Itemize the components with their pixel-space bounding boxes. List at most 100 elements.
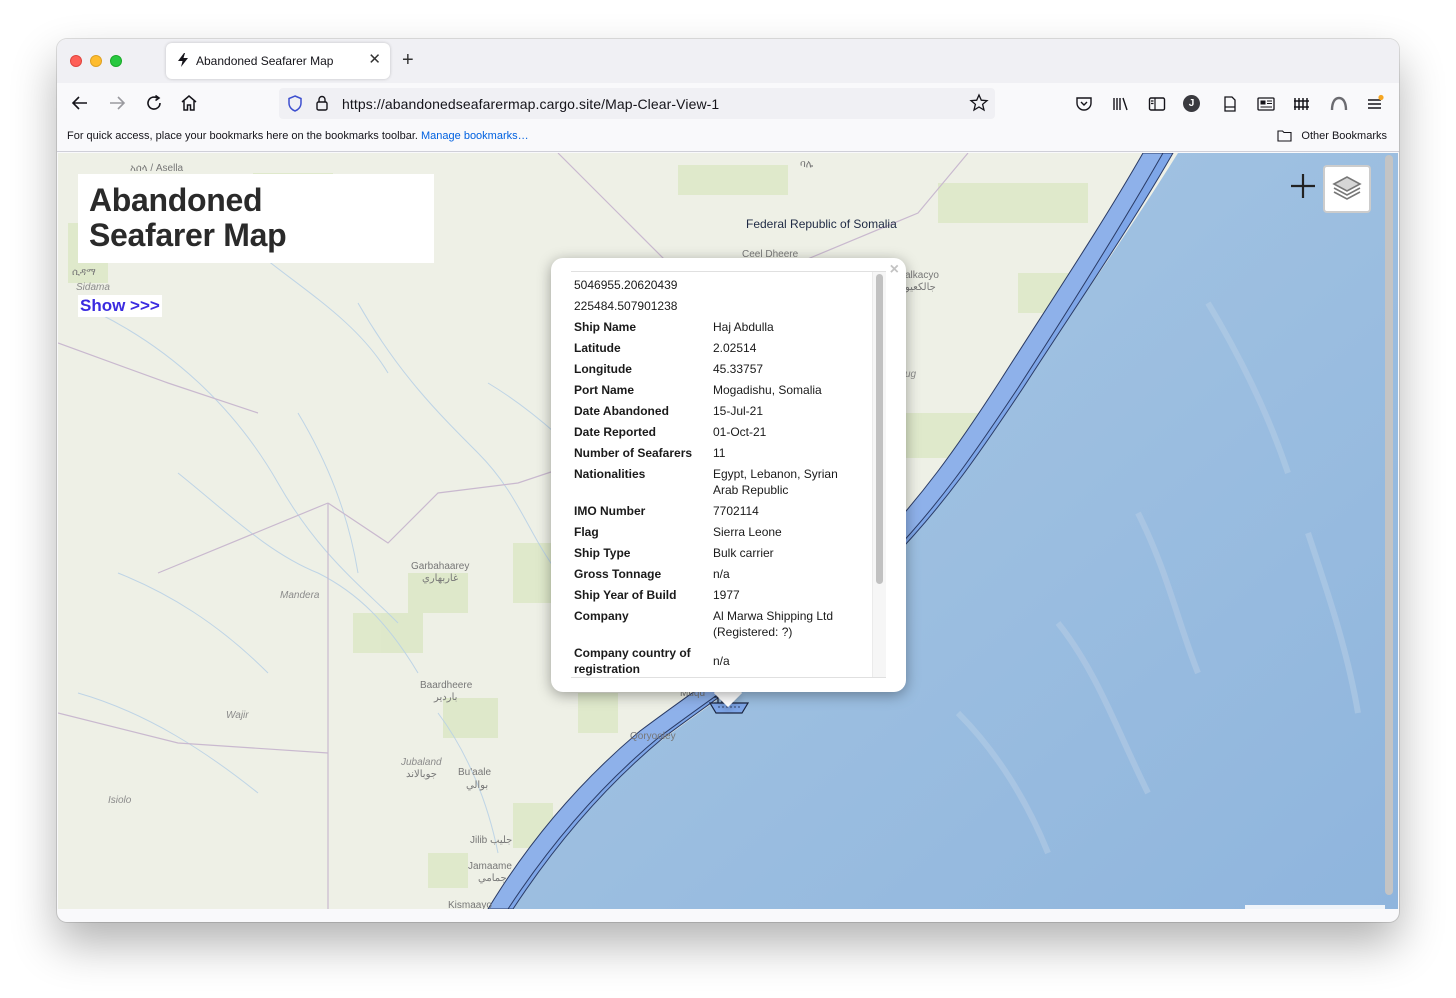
menu-icon[interactable]: [1365, 94, 1385, 114]
tracking-shield-icon[interactable]: [287, 95, 303, 112]
table-row: Latitude 2.02514: [574, 340, 864, 361]
label-hiiraan: ug: [905, 369, 917, 380]
label-baardheere-ar: باردير: [433, 692, 457, 703]
attr-value: 1977: [713, 588, 740, 602]
home-icon[interactable]: [178, 92, 200, 114]
attr-label: Ship Type: [574, 546, 631, 560]
map-attribution-strip: [1245, 905, 1385, 909]
bookmark-star-icon[interactable]: [969, 93, 989, 113]
attr-value: 2.02514: [713, 341, 757, 355]
other-bookmarks[interactable]: Other Bookmarks: [1301, 130, 1387, 142]
layers-button[interactable]: [1323, 165, 1371, 213]
lightning-icon: [178, 53, 188, 67]
attr-value: 01-Oct-21: [713, 425, 767, 439]
coord-y: 225484.507901238: [574, 299, 678, 313]
extension-arch-icon[interactable]: [1329, 94, 1349, 114]
label-kismaayo: Kismaayo: [448, 900, 492, 909]
coord-y-row: 225484.507901238: [574, 298, 864, 319]
zoom-in-icon[interactable]: [1286, 169, 1320, 203]
table-row: IMO Number 7702114: [574, 503, 864, 524]
tab-bar: Abandoned Seafarer Map ✕ +: [57, 39, 1399, 83]
label-jubaland-ar: جوبالاند: [406, 769, 437, 780]
label-isiolo: Isiolo: [108, 795, 132, 806]
url-bar[interactable]: https://abandonedseafarermap.cargo.site/…: [279, 88, 995, 119]
layers-icon: [1332, 176, 1362, 200]
label-baardheere: Baardheere: [420, 680, 473, 691]
browser-window: Abandoned Seafarer Map ✕ + https://aband…: [57, 39, 1399, 922]
forward-icon[interactable]: [106, 92, 128, 114]
attr-value: n/a: [713, 654, 730, 668]
sidebar-icon[interactable]: [1147, 94, 1167, 114]
back-icon[interactable]: [69, 92, 91, 114]
label-wajir: Wajir: [226, 710, 249, 721]
manage-bookmarks-link[interactable]: Manage bookmarks…: [421, 130, 529, 142]
ship-info-popup: × 5046955.20620439 225484.507901238 Ship…: [551, 258, 906, 692]
extension-grid-icon[interactable]: [1292, 94, 1312, 114]
table-row: Ship Type Bulk carrier: [574, 545, 864, 566]
label-jubaland: Jubaland: [400, 757, 442, 768]
table-row: Port Name Mogadishu, Somalia: [574, 382, 864, 403]
label-buaale: Bu'aale: [458, 767, 491, 778]
reload-icon[interactable]: [143, 92, 165, 114]
label-garbahaarey: Garbahaarey: [411, 561, 469, 572]
table-row: Ship Year of Build 1977: [574, 587, 864, 608]
page-scrollbar[interactable]: [1385, 155, 1393, 895]
popup-close-button[interactable]: ×: [890, 261, 899, 279]
label-calkacyo: alkacyo: [905, 270, 939, 281]
minimize-window-button[interactable]: [90, 55, 102, 67]
table-row: Gross Tonnage n/a: [574, 566, 864, 587]
popup-scrollbar[interactable]: [876, 274, 883, 584]
site-title: Abandoned Seafarer Map: [89, 182, 287, 253]
url-text[interactable]: https://abandonedseafarermap.cargo.site/…: [342, 96, 719, 112]
attr-value: Haj Abdulla: [713, 320, 774, 334]
attr-label: Number of Seafarers: [574, 446, 693, 460]
map-viewport[interactable]: አሰላ / Asella ባሌ Ceel Dheere ሲዳማ Sidama a…: [58, 153, 1398, 909]
lock-icon[interactable]: [315, 94, 329, 112]
coord-x-row: 5046955.20620439: [574, 277, 864, 298]
attr-label: Latitude: [574, 341, 621, 355]
tab-title: Abandoned Seafarer Map: [196, 54, 334, 68]
attr-label: Ship Year of Build: [574, 588, 677, 602]
maximize-window-button[interactable]: [110, 55, 122, 67]
coord-x: 5046955.20620439: [574, 278, 678, 292]
attr-value: Mogadishu, Somalia: [713, 383, 822, 397]
folder-icon: [1277, 130, 1292, 142]
attr-value: 7702114: [713, 504, 759, 518]
tab-abandoned-seafarer-map[interactable]: Abandoned Seafarer Map ✕: [166, 43, 390, 79]
new-tab-button[interactable]: +: [402, 49, 414, 71]
table-row: Date Abandoned 15-Jul-21: [574, 403, 864, 424]
attr-value: Bulk carrier: [713, 546, 774, 560]
reader-view-icon[interactable]: [1220, 94, 1240, 114]
label-asella: አሰላ / Asella: [130, 163, 184, 174]
label-garbahaarey-ar: غاربهاري: [422, 573, 458, 584]
account-avatar[interactable]: J: [1183, 95, 1200, 112]
library-icon[interactable]: [1111, 94, 1131, 114]
attr-value: Egypt, Lebanon, Syrian Arab Republic: [713, 467, 838, 497]
news-icon[interactable]: [1256, 94, 1276, 114]
pocket-icon[interactable]: [1074, 94, 1094, 114]
bookmarks-hint: For quick access, place your bookmarks h…: [67, 130, 529, 142]
attr-value: 45.33757: [713, 362, 764, 376]
popup-content[interactable]: 5046955.20620439 225484.507901238 Ship N…: [571, 271, 886, 678]
attr-label: Date Abandoned: [574, 404, 669, 418]
show-link[interactable]: Show >>>: [78, 295, 162, 317]
label-calkacyo-ar: جالكعيو: [904, 282, 936, 293]
attr-label: Date Reported: [574, 425, 657, 439]
attr-label: Flag: [574, 525, 599, 539]
site-title-box: Abandoned Seafarer Map: [78, 174, 434, 263]
attr-value: 11: [713, 446, 726, 460]
tab-close-icon[interactable]: ✕: [368, 51, 381, 69]
attr-label: IMO Number: [574, 504, 646, 518]
table-row: Number of Seafarers 11: [574, 445, 864, 466]
attr-label: Gross Tonnage: [574, 567, 662, 581]
attr-value: n/a: [713, 567, 730, 581]
label-sidama-native: ሲዳማ: [72, 267, 96, 278]
label-jilib: Jilib جليب: [470, 835, 512, 846]
label-ethiopic-top: ባሌ: [800, 159, 814, 170]
table-row: Date Reported 01-Oct-21: [574, 424, 864, 445]
table-row: Flag Sierra Leone: [574, 524, 864, 545]
close-window-button[interactable]: [70, 55, 82, 67]
attr-label: Port Name: [574, 383, 635, 397]
ship-attributes-table: 5046955.20620439 225484.507901238 Ship N…: [574, 277, 864, 677]
attr-label: Company country of registration: [574, 646, 691, 676]
